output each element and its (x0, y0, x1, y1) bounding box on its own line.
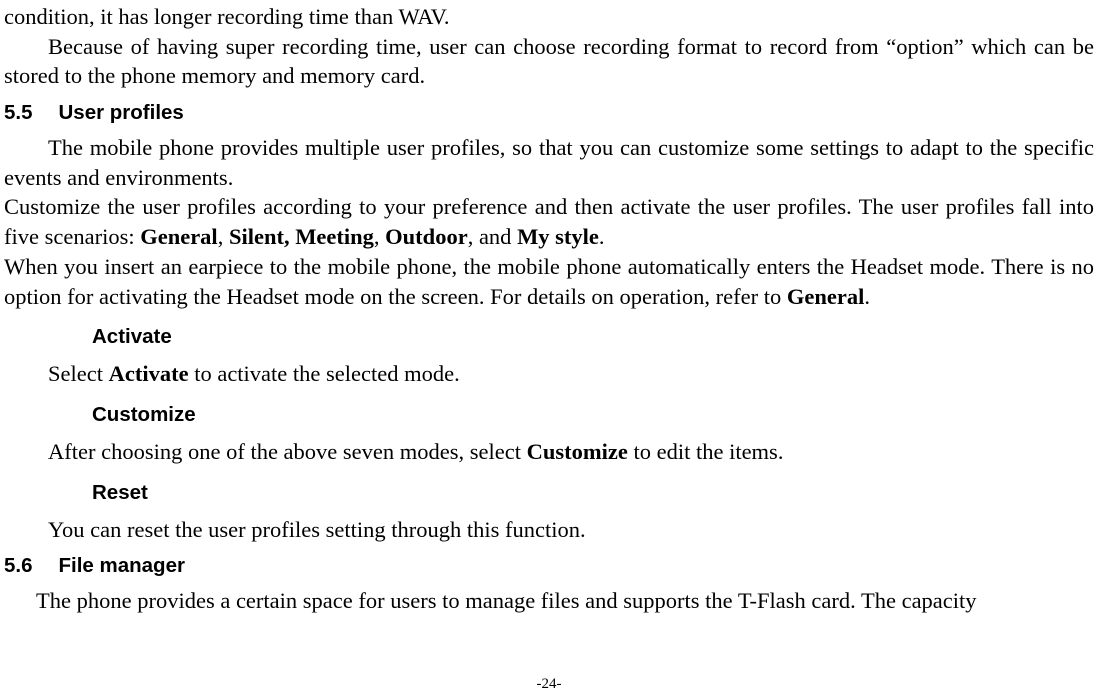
section-title: File manager (59, 554, 185, 577)
paragraph: The phone provides a certain space for u… (4, 586, 1094, 616)
section-heading-5-6: 5.6 File manager (4, 554, 1094, 578)
section-heading-5-5: 5.5 User profiles (4, 101, 1094, 125)
text-sep: , and (468, 224, 517, 249)
section-title: User profiles (59, 101, 184, 124)
subheading-reset: Reset (92, 481, 1094, 505)
page-number: -24- (0, 676, 1098, 693)
subheading-activate: Activate (92, 325, 1094, 349)
paragraph: When you insert an earpiece to the mobil… (4, 252, 1094, 311)
bold-silent-meeting: Silent, Meeting (229, 224, 374, 249)
text-run: When you insert an earpiece to the mobil… (4, 254, 1094, 309)
text-dot: . (864, 284, 870, 309)
paragraph: After choosing one of the above seven mo… (4, 437, 1094, 467)
bold-outdoor: Outdoor (385, 224, 468, 249)
text-run: to activate the selected mode. (189, 361, 460, 386)
text-run: Select (48, 361, 109, 386)
paragraph: The mobile phone provides multiple user … (4, 133, 1094, 192)
subheading-customize: Customize (92, 403, 1094, 427)
section-number: 5.6 (4, 554, 33, 578)
bold-customize: Customize (527, 439, 628, 464)
text-sep: , (218, 224, 229, 249)
text-run: After choosing one of the above seven mo… (48, 439, 527, 464)
paragraph: You can reset the user profiles setting … (4, 515, 1094, 545)
bold-activate: Activate (109, 361, 189, 386)
section-number: 5.5 (4, 101, 33, 125)
paragraph: Because of having super recording time, … (4, 32, 1094, 91)
paragraph: Select Activate to activate the selected… (4, 359, 1094, 389)
text-run: to edit the items. (628, 439, 784, 464)
bold-mystyle: My style (517, 224, 599, 249)
text-dot: . (599, 224, 605, 249)
paragraph: condition, it has longer recording time … (4, 2, 1094, 32)
document-page: condition, it has longer recording time … (0, 0, 1098, 616)
bold-general-ref: General (787, 284, 864, 309)
text-sep: , (374, 224, 385, 249)
paragraph: Customize the user profiles according to… (4, 192, 1094, 251)
bold-general: General (140, 224, 217, 249)
